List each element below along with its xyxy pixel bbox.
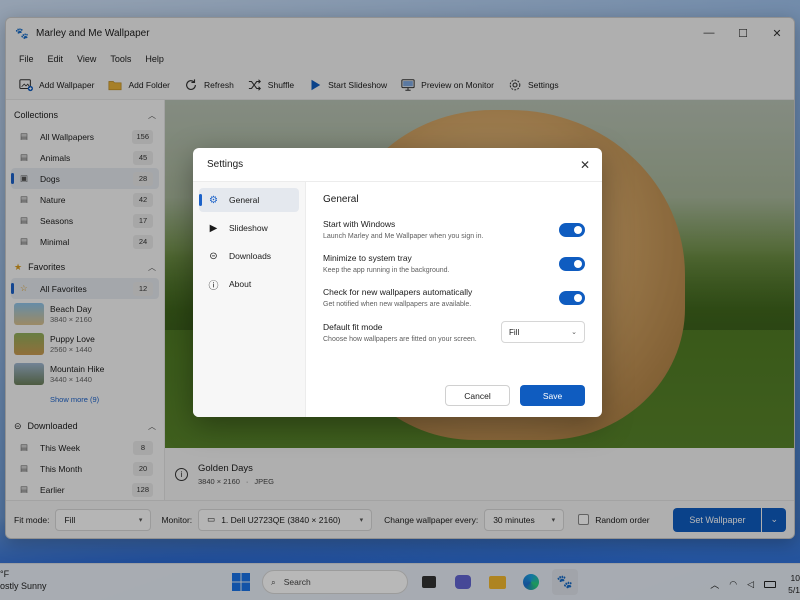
setting-title: Minimize to system tray xyxy=(323,253,412,263)
info-icon: ⓘ xyxy=(208,280,219,292)
download-icon: ⊝ xyxy=(209,250,218,262)
minimize-to-tray-toggle[interactable] xyxy=(559,256,585,271)
nav-label: About xyxy=(229,279,252,289)
setting-title: Default fit mode xyxy=(323,321,383,332)
save-button[interactable]: Save xyxy=(520,385,585,406)
nav-slideshow[interactable]: ▶ Slideshow xyxy=(199,216,299,240)
setting-start-with-windows: Start with Windows Launch Marley and Me W… xyxy=(323,219,585,240)
settings-nav: ⚙ General ▶ Slideshow ⊝ Downloads ⓘ About xyxy=(193,182,306,417)
setting-default-fit-mode: Default fit mode Choose how wallpapers ar… xyxy=(323,321,585,343)
nav-label: Downloads xyxy=(229,251,272,261)
nav-general[interactable]: ⚙ General xyxy=(199,188,299,212)
setting-title: Check for new wallpapers automatically xyxy=(323,287,473,297)
fit-value: Fill xyxy=(509,327,520,337)
nav-label: General xyxy=(229,195,260,205)
dialog-header: Settings ✕ xyxy=(193,148,602,182)
nav-downloads[interactable]: ⊝ Downloads xyxy=(199,244,299,268)
setting-desc: Get notified when new wallpapers are ava… xyxy=(323,301,472,308)
nav-label: Slideshow xyxy=(229,223,268,233)
setting-title: Start with Windows xyxy=(323,219,396,229)
section-title: General xyxy=(323,194,359,205)
setting-desc: Launch Marley and Me Wallpaper when you … xyxy=(323,233,484,240)
default-fit-mode-select[interactable]: Fill ⌄ xyxy=(501,321,585,343)
setting-minimize-to-tray: Minimize to system tray Keep the app runn… xyxy=(323,253,585,274)
play-icon: ▶ xyxy=(209,222,218,234)
chevron-down-icon: ⌄ xyxy=(571,329,577,336)
dialog-title: Settings xyxy=(207,159,244,170)
settings-dialog: Settings ✕ ⚙ General ▶ Slideshow ⊝ Download… xyxy=(193,148,602,417)
setting-check-updates: Check for new wallpapers automatically Ge… xyxy=(323,287,585,308)
start-with-windows-toggle[interactable] xyxy=(559,222,585,237)
close-icon[interactable]: ✕ xyxy=(568,158,602,172)
settings-panel: General Start with Windows Launch Marley … xyxy=(306,182,602,417)
cancel-button[interactable]: Cancel xyxy=(445,385,510,406)
check-updates-toggle[interactable] xyxy=(559,290,585,305)
gear-icon: ⚙ xyxy=(209,194,218,206)
setting-desc: Keep the app running in the background. xyxy=(323,267,450,274)
nav-about[interactable]: ⓘ About xyxy=(199,272,299,296)
setting-desc: Choose how wallpapers are fitted on your… xyxy=(323,335,477,343)
